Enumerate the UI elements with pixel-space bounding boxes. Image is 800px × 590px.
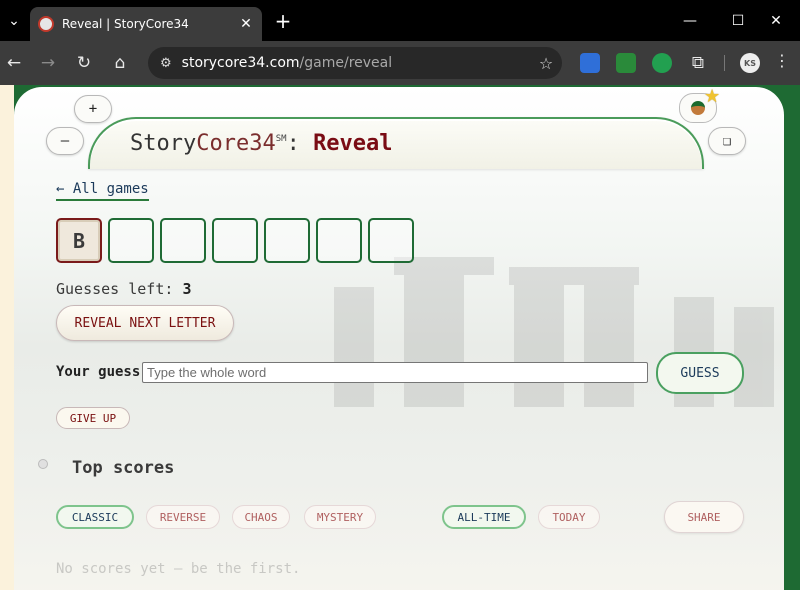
extensions-puzzle-icon[interactable]: ⧉ (684, 49, 712, 77)
letter-tile (160, 218, 206, 263)
new-tab-button[interactable]: + (270, 8, 296, 34)
page-viewport: + – StoryCore34SM: Reveal ★ ❏ ← All game… (0, 85, 800, 590)
guess-button[interactable]: GUESS (656, 352, 744, 394)
letter-tile (212, 218, 258, 263)
browser-menu-icon[interactable]: ⋮ (772, 51, 792, 75)
page-left-stripe (0, 85, 14, 590)
reload-icon[interactable]: ↻ (70, 49, 98, 77)
user-avatar-button[interactable]: ★ (679, 87, 720, 123)
mode-classic-tab[interactable]: CLASSIC (56, 505, 134, 529)
back-arrow-icon[interactable]: ← (0, 49, 28, 77)
letter-tile (316, 218, 362, 263)
extension-green-circle-icon[interactable] (652, 53, 672, 73)
address-url: storycore34.com/game/reveal (182, 55, 530, 71)
url-path: /game/reveal (299, 55, 393, 71)
title-core: Core34 (196, 131, 276, 156)
your-guess-label: Your guess (56, 364, 141, 380)
letter-tile (368, 218, 414, 263)
mode-reverse-tab[interactable]: REVERSE (146, 505, 220, 529)
mode-mystery-tab[interactable]: MYSTERY (304, 505, 376, 529)
tab-search-chevron-icon[interactable]: ⌄ (0, 0, 28, 41)
toolbar-divider (724, 55, 725, 71)
star-badge-icon: ★ (704, 87, 721, 107)
page-title: StoryCore34SM: Reveal (130, 131, 393, 156)
give-up-button[interactable]: GIVE UP (56, 407, 130, 429)
share-button[interactable]: SHARE (664, 501, 744, 533)
trophy-icon (38, 459, 48, 469)
minimize-window-icon[interactable]: — (666, 0, 714, 41)
letter-tile: B (56, 218, 102, 263)
title-colon: : (286, 131, 300, 156)
title-sm-mark: SM (275, 134, 287, 144)
top-scores-heading: Top scores (72, 458, 175, 478)
letter-tiles: B (56, 218, 414, 263)
empty-scores-message: No scores yet — be the first. (56, 561, 301, 577)
close-window-icon[interactable]: ✕ (752, 0, 800, 41)
game-card: + – StoryCore34SM: Reveal ★ ❏ ← All game… (14, 87, 784, 590)
reveal-next-letter-button[interactable]: REVEAL NEXT LETTER (56, 305, 234, 341)
zoom-out-button[interactable]: – (46, 127, 84, 155)
guesses-left-label: Guesses left: (56, 280, 174, 298)
bookmark-star-icon[interactable]: ☆ (530, 54, 562, 73)
tab-title: Reveal | StoryCore34 (62, 17, 189, 31)
title-mode: Reveal (313, 131, 393, 156)
address-bar[interactable]: ⚙ storycore34.com/game/reveal ☆ (148, 47, 562, 79)
site-info-icon[interactable]: ⚙ (160, 56, 172, 71)
tab-close-icon[interactable]: ✕ (238, 16, 254, 32)
avatar-face-icon (691, 101, 705, 115)
title-story: Story (130, 131, 197, 156)
all-games-link[interactable]: ← All games (56, 181, 149, 201)
guesses-left-value: 3 (182, 280, 192, 298)
fullscreen-button[interactable]: ❏ (708, 127, 746, 155)
mode-chaos-tab[interactable]: CHAOS (232, 505, 290, 529)
zoom-in-button[interactable]: + (74, 95, 112, 123)
site-favicon-icon (38, 16, 54, 32)
letter-tile (108, 218, 154, 263)
url-host: storycore34.com (181, 55, 300, 71)
browser-tab-active[interactable]: Reveal | StoryCore34 ✕ (30, 7, 262, 41)
browser-toolbar: ← → ↻ ⌂ ⚙ storycore34.com/game/reveal ☆ … (0, 41, 800, 85)
guess-input[interactable] (142, 362, 648, 383)
guesses-left: Guesses left: 3 (56, 280, 191, 298)
home-icon[interactable]: ⌂ (106, 49, 134, 77)
period-today-tab[interactable]: TODAY (538, 505, 600, 529)
extension-blue-icon[interactable] (580, 53, 600, 73)
forward-arrow-icon[interactable]: → (34, 49, 62, 77)
extension-green-square-icon[interactable] (616, 53, 636, 73)
title-banner: StoryCore34SM: Reveal (88, 117, 704, 169)
profile-avatar[interactable]: KS (740, 53, 760, 73)
browser-tab-bar: ⌄ Reveal | StoryCore34 ✕ + — ☐ ✕ (0, 0, 800, 41)
letter-tile (264, 218, 310, 263)
period-all-time-tab[interactable]: ALL-TIME (442, 505, 526, 529)
